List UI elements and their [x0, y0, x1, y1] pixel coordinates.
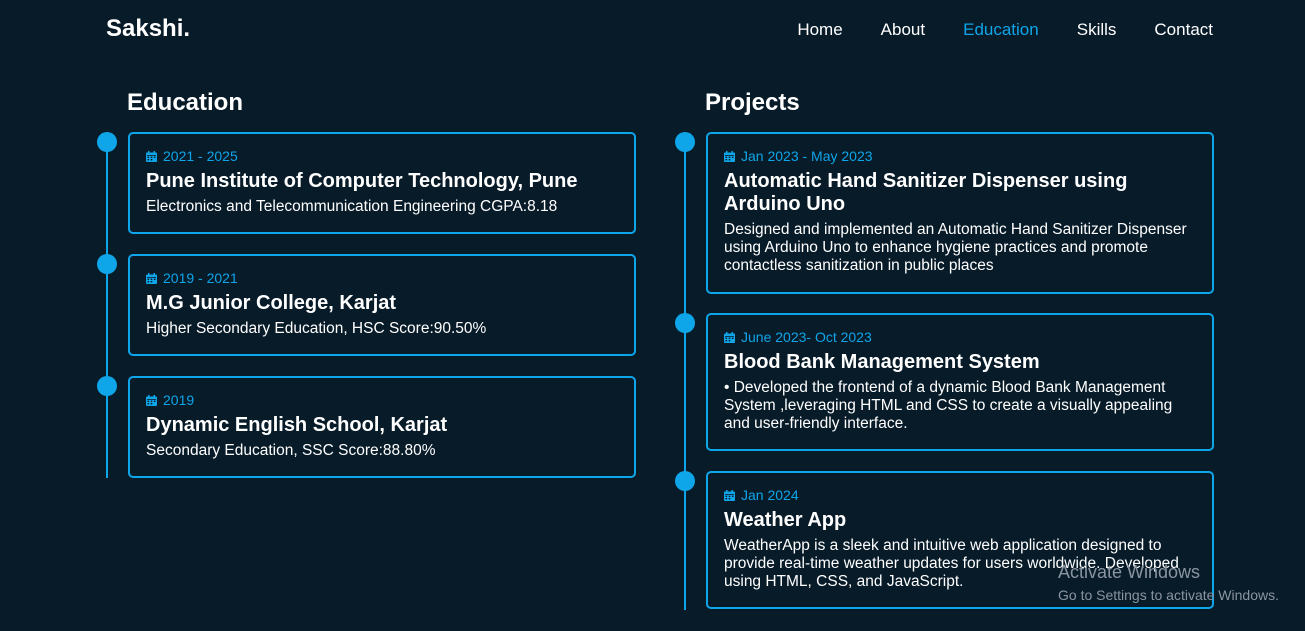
calendar-icon — [724, 331, 735, 343]
timeline-dot — [675, 471, 695, 491]
nav-link-education[interactable]: Education — [963, 20, 1039, 40]
project-title: Blood Bank Management System — [724, 351, 1040, 373]
project-title: Weather App — [724, 509, 847, 531]
nav-menu: Home About Education Skills Contact — [759, 20, 1213, 40]
project-desc: Designed and implemented an Automatic Ha… — [724, 221, 1187, 274]
calendar-icon — [724, 150, 735, 162]
education-card: 2019 Dynamic English School, Karjat Seco… — [128, 376, 636, 478]
education-desc: Secondary Education, SSC Score:88.80% — [146, 442, 436, 459]
projects-section: Projects Jan 2023 - May 2023 Automatic H… — [675, 88, 1214, 612]
education-desc: Higher Secondary Education, HSC Score:90… — [146, 320, 487, 337]
education-date: 2019 — [146, 392, 618, 408]
education-title: Dynamic English School, Karjat — [146, 414, 448, 436]
education-timeline: 2021 - 2025 Pune Institute of Computer T… — [97, 132, 636, 482]
nav-link-contact[interactable]: Contact — [1154, 20, 1213, 40]
watermark-subtitle: Go to Settings to activate Windows. — [1058, 587, 1279, 603]
education-desc: Electronics and Telecommunication Engine… — [146, 198, 558, 215]
nav-link-skills[interactable]: Skills — [1077, 20, 1117, 40]
project-date: Jan 2024 — [724, 487, 1196, 503]
education-title: M.G Junior College, Karjat — [146, 292, 397, 314]
education-card: 2021 - 2025 Pune Institute of Computer T… — [128, 132, 636, 234]
education-title: Pune Institute of Computer Technology, P… — [146, 170, 578, 192]
project-card: June 2023- Oct 2023 Blood Bank Managemen… — [706, 313, 1214, 451]
education-card: 2019 - 2021 M.G Junior College, Karjat H… — [128, 254, 636, 356]
project-date: June 2023- Oct 2023 — [724, 329, 1196, 345]
timeline-dot — [97, 132, 117, 152]
watermark-title: Activate Windows — [1058, 562, 1201, 582]
education-date: 2019 - 2021 — [146, 270, 618, 286]
navbar: Sakshi. Home About Education Skills Cont… — [0, 0, 1305, 62]
calendar-icon — [724, 489, 735, 501]
education-date: 2021 - 2025 — [146, 148, 618, 164]
timeline-dot — [97, 254, 117, 274]
logo[interactable]: Sakshi. — [106, 15, 190, 43]
projects-heading: Projects — [705, 89, 800, 116]
calendar-icon — [146, 150, 157, 162]
education-heading: Education — [127, 89, 244, 116]
project-title: Automatic Hand Sanitizer Dispenser using… — [724, 170, 1128, 215]
project-date: Jan 2023 - May 2023 — [724, 148, 1196, 164]
project-card: Jan 2023 - May 2023 Automatic Hand Sanit… — [706, 132, 1214, 294]
nav-link-about[interactable]: About — [881, 20, 925, 40]
timeline-line — [106, 142, 108, 478]
timeline-dot — [675, 313, 695, 333]
calendar-icon — [146, 394, 157, 406]
projects-timeline: Jan 2023 - May 2023 Automatic Hand Sanit… — [675, 132, 1214, 612]
nav-link-home[interactable]: Home — [797, 20, 842, 40]
timeline-dot — [675, 132, 695, 152]
timeline-line — [684, 142, 686, 610]
calendar-icon — [146, 272, 157, 284]
education-section: Education 2021 - 2025 Pune Institute of … — [97, 88, 636, 482]
timeline-dot — [97, 376, 117, 396]
project-desc: • Developed the frontend of a dynamic Bl… — [724, 379, 1173, 432]
windows-activation-watermark: Activate Windows Go to Settings to activ… — [1058, 562, 1279, 603]
